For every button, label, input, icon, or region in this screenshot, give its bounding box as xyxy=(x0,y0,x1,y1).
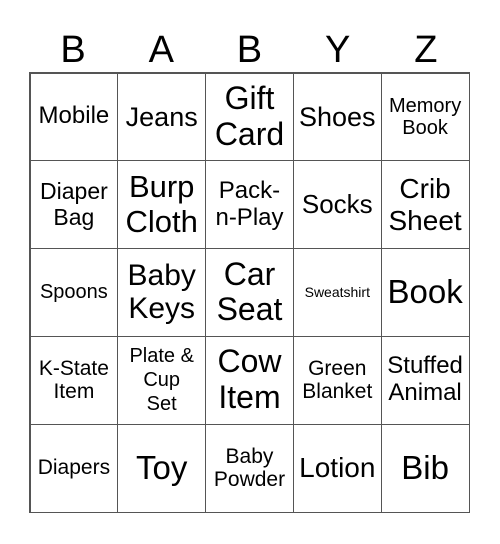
bingo-cell[interactable]: Mobile xyxy=(29,72,119,162)
bingo-cell[interactable]: Plate & Cup Set xyxy=(117,335,207,425)
header-letter-a: A xyxy=(148,29,174,71)
bingo-grid: Mobile Jeans Gift Card Shoes Memory Book… xyxy=(29,72,470,513)
bingo-cell[interactable]: K-State Item xyxy=(29,335,119,425)
bingo-header: B A B Y Z xyxy=(29,28,470,72)
bingo-cell[interactable]: Pack- n-Play xyxy=(205,160,294,250)
bingo-cell[interactable]: Spoons xyxy=(29,248,119,337)
bingo-cell[interactable]: Toy xyxy=(117,423,207,513)
bingo-cell[interactable]: Baby Powder xyxy=(205,423,294,513)
header-letter-b2: B xyxy=(236,29,263,71)
bingo-cell[interactable]: Book xyxy=(380,248,470,337)
bingo-cell[interactable]: Gift Card xyxy=(205,72,294,162)
bingo-cell[interactable]: Diapers xyxy=(29,423,119,513)
bingo-cell[interactable]: Crib Sheet xyxy=(380,160,470,250)
bingo-cell[interactable]: Baby Keys xyxy=(117,248,207,337)
header-letter-b: B xyxy=(60,29,86,71)
header-letter-y: Y xyxy=(324,29,351,71)
bingo-cell[interactable]: Diaper Bag xyxy=(29,160,119,250)
bingo-cell[interactable]: Burp Cloth xyxy=(117,160,207,250)
bingo-cell[interactable]: Stuffed Animal xyxy=(380,335,470,425)
header-letter-z: Z xyxy=(414,29,438,71)
bingo-cell[interactable]: Shoes xyxy=(292,72,382,162)
bingo-cell[interactable]: Memory Book xyxy=(380,72,470,162)
bingo-cell[interactable]: Sweatshirt xyxy=(292,248,382,337)
bingo-cell[interactable]: Green Blanket xyxy=(292,335,382,425)
bingo-cell[interactable]: Socks xyxy=(292,160,382,250)
bingo-cell[interactable]: Lotion xyxy=(292,423,382,513)
bingo-cell[interactable]: Cow Item xyxy=(205,335,294,425)
bingo-cell[interactable]: Jeans xyxy=(117,72,207,162)
bingo-cell[interactable]: Car Seat xyxy=(205,248,294,337)
bingo-cell[interactable]: Bib xyxy=(380,423,470,513)
